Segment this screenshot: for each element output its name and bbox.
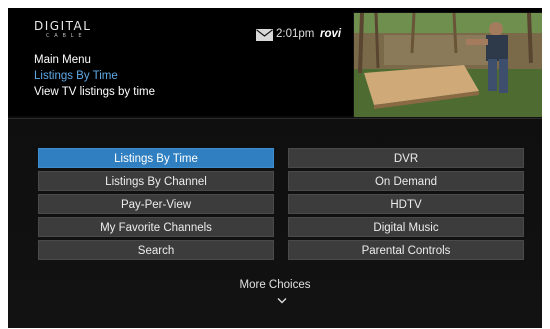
menu-item-parental-controls[interactable]: Parental Controls (288, 240, 524, 260)
menu-item-search[interactable]: Search (38, 240, 274, 260)
menu-item-on-demand[interactable]: On Demand (288, 171, 524, 191)
digital-cable-logo: DIGITAL CABLE (34, 20, 102, 46)
rovi-logo: rovi (320, 28, 342, 40)
tv-screen: DIGITAL CABLE Main Menu Listings By Time… (8, 8, 542, 328)
menu-item-listings-by-channel[interactable]: Listings By Channel (38, 171, 274, 191)
chevron-down-icon[interactable] (277, 297, 287, 304)
header: DIGITAL CABLE Main Menu Listings By Time… (8, 8, 542, 118)
selected-item-description: View TV listings by time (34, 86, 156, 98)
clock-time: 2:01pm (276, 28, 315, 40)
menu-item-listings-by-time[interactable]: Listings By Time (38, 148, 274, 168)
logo-top-text: DIGITAL (34, 19, 92, 33)
menu-area: Listings By Time Listings By Channel Pay… (8, 119, 542, 328)
menu-item-digital-music[interactable]: Digital Music (288, 217, 524, 237)
selected-item-title: Listings By Time (34, 70, 118, 82)
menu-title: Main Menu (34, 54, 91, 66)
preview-scene (354, 13, 542, 117)
more-choices-label[interactable]: More Choices (8, 279, 542, 291)
menu-item-my-favorite-channels[interactable]: My Favorite Channels (38, 217, 274, 237)
menu-item-pay-per-view[interactable]: Pay-Per-View (38, 194, 274, 214)
live-tv-preview[interactable] (353, 12, 542, 118)
menu-item-dvr[interactable]: DVR (288, 148, 524, 168)
menu-item-hdtv[interactable]: HDTV (288, 194, 524, 214)
logo-bottom-text: CABLE (46, 33, 87, 39)
mail-icon[interactable] (256, 29, 273, 41)
